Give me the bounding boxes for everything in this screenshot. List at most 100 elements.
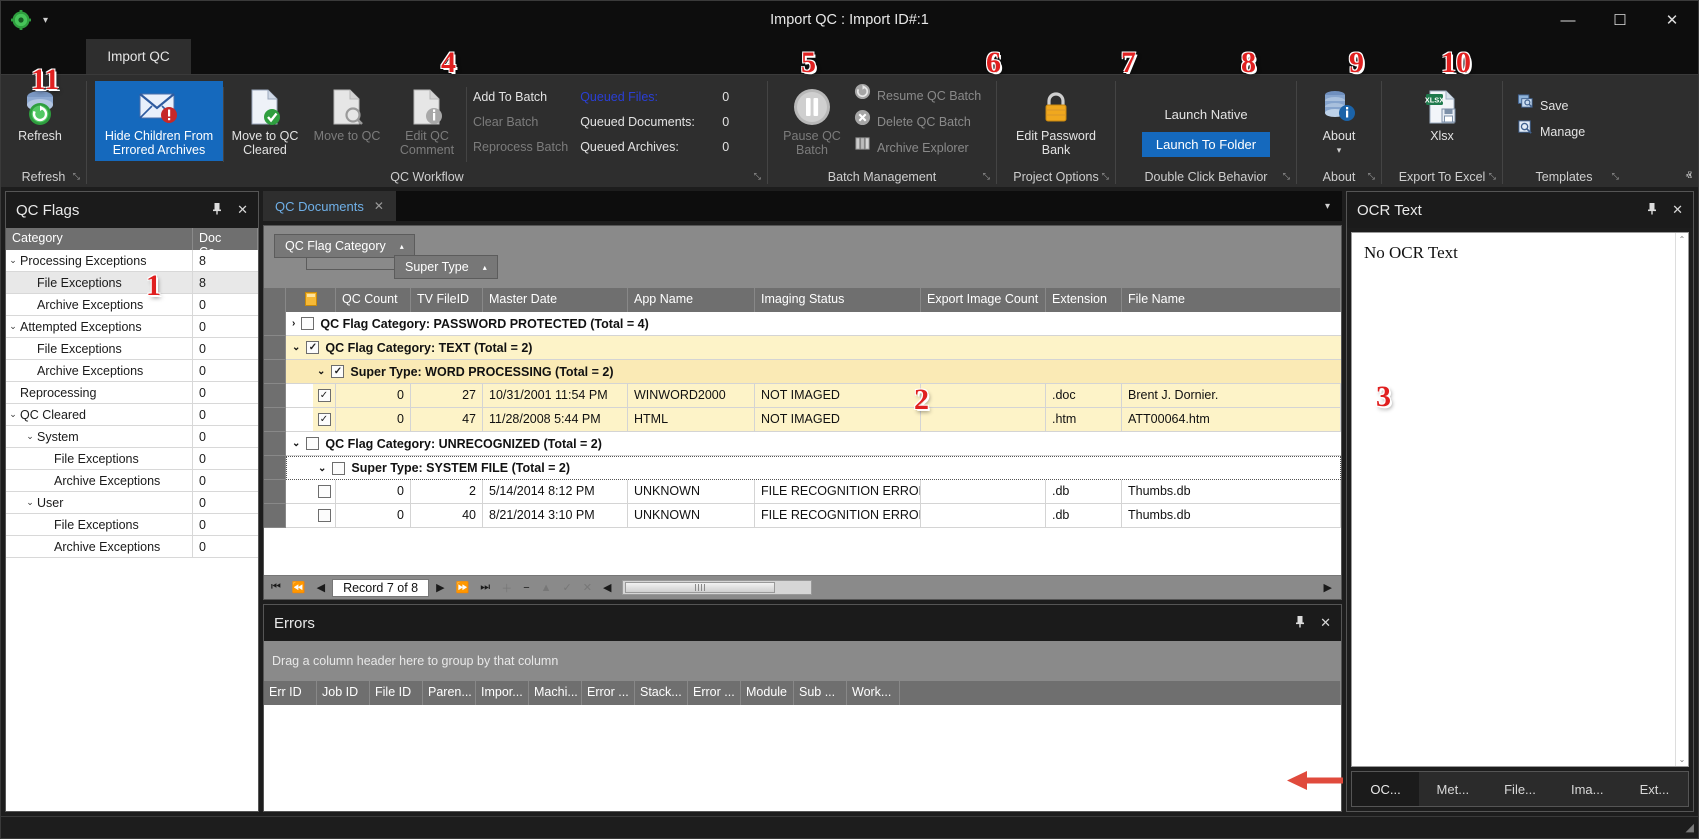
errors-column-header[interactable]: Sub ... <box>794 681 847 705</box>
qc-flags-row[interactable]: Archive Exceptions 0 <box>6 360 258 382</box>
quick-access-toolbar[interactable]: ▾ <box>1 10 48 30</box>
expander-icon[interactable]: ⌄ <box>6 409 20 420</box>
row-checkbox-cell[interactable] <box>313 504 336 528</box>
row-checkbox[interactable] <box>317 485 331 498</box>
row-checkbox[interactable] <box>317 509 331 522</box>
qc-flags-close-icon[interactable]: ✕ <box>237 202 248 218</box>
qc-flags-row[interactable]: ⌄ Processing Exceptions 8 <box>6 250 258 272</box>
qc-flags-row[interactable]: ⌄ Attempted Exceptions 0 <box>6 316 258 338</box>
group-expander-icon[interactable]: › <box>292 318 295 329</box>
sort-ascending-icon[interactable]: ▴ <box>400 242 404 251</box>
hscroll-right-button[interactable]: ▶ <box>1318 581 1338 594</box>
tab-qc-documents-close-icon[interactable]: ✕ <box>374 199 384 213</box>
edit-password-bank-button[interactable]: Edit Password Bank <box>1007 81 1105 161</box>
table-row[interactable]: ✓ 0 47 11/28/2008 5:44 PM HTML NOT IMAGED .htm… <box>264 408 1341 432</box>
save-template-button[interactable]: Save <box>1517 93 1585 119</box>
xlsx-export-button[interactable]: XLSX Xlsx <box>1411 81 1473 147</box>
group-expander-icon[interactable]: ⌄ <box>292 438 300 449</box>
nav-remove-button[interactable]: − <box>519 582 533 594</box>
qc-flags-row[interactable]: ⌄ User 0 <box>6 492 258 514</box>
grid-col-imaging-status[interactable]: Imaging Status <box>755 288 921 312</box>
row-checkbox-cell[interactable]: ✓ <box>313 408 336 432</box>
grid-horizontal-scrollbar[interactable] <box>622 580 813 595</box>
qc-flags-row[interactable]: ⌄ System 0 <box>6 426 258 448</box>
errors-column-header[interactable]: Work... <box>847 681 900 705</box>
grid-col-tv-fileid[interactable]: TV FileID <box>411 288 483 312</box>
qc-workflow-dialog-launcher-icon[interactable]: ⤡ <box>754 171 761 182</box>
queued-files-label[interactable]: Queued Files: <box>580 85 705 110</box>
ocr-text-area[interactable]: No OCR Text ⌃ ⌄ <box>1351 232 1689 767</box>
ocr-pin-icon[interactable] <box>1646 202 1658 218</box>
ocr-tab[interactable]: Ima... <box>1554 772 1621 806</box>
qc-flags-col-doc-count[interactable]: Doc Co... <box>193 228 258 259</box>
errors-column-header[interactable]: File ID <box>370 681 423 705</box>
errors-column-header[interactable]: Module <box>741 681 794 705</box>
qc-flags-row[interactable]: File Exceptions 0 <box>6 338 258 360</box>
nav-prev-button[interactable]: ◀ <box>313 581 329 594</box>
collapse-ribbon-icon[interactable]: ⱏ <box>1686 168 1692 184</box>
grid-group-row[interactable]: ⌄ ✓ QC Flag Category: TEXT (Total = 2) <box>264 336 1341 360</box>
about-dropdown-caret-icon[interactable]: ▾ <box>1337 143 1342 157</box>
row-checkbox[interactable]: ✓ <box>317 389 331 402</box>
group-box-super-type[interactable]: Super Type ▴ <box>394 255 498 279</box>
maximize-button[interactable]: ☐ <box>1594 1 1646 39</box>
move-to-qc-cleared-button[interactable]: Move to QC Cleared <box>224 81 306 161</box>
templates-dialog-launcher-icon[interactable]: ⤡ <box>1612 171 1619 182</box>
row-checkbox[interactable]: ✓ <box>317 413 331 426</box>
errors-group-panel[interactable]: Drag a column header here to group by th… <box>264 641 1341 681</box>
tab-strip-dropdown-icon[interactable]: ▾ <box>1313 191 1342 221</box>
errors-close-icon[interactable]: ✕ <box>1320 615 1331 631</box>
errors-column-header[interactable]: Impor... <box>476 681 529 705</box>
group-expander-icon[interactable]: ⌄ <box>292 342 300 353</box>
expander-icon[interactable]: ⌄ <box>23 431 37 442</box>
gear-icon[interactable] <box>11 10 31 30</box>
ocr-vertical-scrollbar[interactable]: ⌃ ⌄ <box>1675 233 1688 766</box>
hscroll-left-button[interactable]: ◀ <box>599 581 615 594</box>
errors-column-header[interactable]: Err ID <box>264 681 317 705</box>
close-button[interactable]: ✕ <box>1646 1 1698 39</box>
grid-col-qc-count[interactable]: QC Count <box>336 288 411 312</box>
group-checkbox[interactable] <box>332 461 346 475</box>
tab-qc-documents[interactable]: QC Documents ✕ <box>263 191 396 221</box>
errors-column-header[interactable]: Error ... <box>688 681 741 705</box>
ocr-close-icon[interactable]: ✕ <box>1672 202 1683 218</box>
qc-flags-row[interactable]: Archive Exceptions 0 <box>6 470 258 492</box>
export-to-excel-dialog-launcher-icon[interactable]: ⤡ <box>1489 171 1496 182</box>
errors-column-header[interactable]: Machi... <box>529 681 582 705</box>
ocr-tab[interactable]: Ext... <box>1621 772 1688 806</box>
grid-group-row[interactable]: ⌄ Super Type: SYSTEM FILE (Total = 2) <box>264 456 1341 480</box>
row-checkbox-cell[interactable] <box>313 480 336 504</box>
qc-flags-row[interactable]: File Exceptions 8 <box>6 272 258 294</box>
nav-first-button[interactable]: ⏮ <box>267 581 285 594</box>
table-row[interactable]: 0 2 5/14/2014 8:12 PM UNKNOWN FILE RECOGNITI… <box>264 480 1341 504</box>
launch-to-folder-button[interactable]: Launch To Folder <box>1141 132 1271 157</box>
group-checkbox[interactable]: ✓ <box>306 341 320 354</box>
qc-flags-row[interactable]: Archive Exceptions 0 <box>6 536 258 558</box>
resize-grip-icon[interactable]: ◢ <box>1686 821 1694 834</box>
grid-col-app-name[interactable]: App Name <box>628 288 755 312</box>
refresh-dialog-launcher-icon[interactable]: ⤡ <box>73 171 80 182</box>
expander-icon[interactable]: ⌄ <box>6 321 20 332</box>
ocr-scroll-up-icon[interactable]: ⌃ <box>1676 233 1688 246</box>
qc-flags-row[interactable]: Archive Exceptions 0 <box>6 294 258 316</box>
ocr-scroll-down-icon[interactable]: ⌄ <box>1676 753 1688 766</box>
errors-column-header[interactable]: Stack... <box>635 681 688 705</box>
qat-dropdown-icon[interactable]: ▾ <box>43 15 48 26</box>
batch-management-dialog-launcher-icon[interactable]: ⤡ <box>983 171 990 182</box>
nav-next-page-button[interactable]: ⏩ <box>452 581 474 594</box>
row-checkbox-cell[interactable]: ✓ <box>313 384 336 408</box>
ocr-tab[interactable]: File... <box>1486 772 1553 806</box>
group-expander-icon[interactable]: ⌄ <box>318 463 326 474</box>
grid-group-row[interactable]: › QC Flag Category: PASSWORD PROTECTED (T… <box>264 312 1341 336</box>
table-row[interactable]: ✓ 0 27 10/31/2001 11:54 PM WINWORD2000 NOT IM… <box>264 384 1341 408</box>
expander-icon[interactable]: ⌄ <box>23 497 37 508</box>
manage-templates-button[interactable]: Manage <box>1517 119 1585 145</box>
errors-column-header[interactable]: Paren... <box>423 681 476 705</box>
expander-icon[interactable]: ⌄ <box>6 255 20 266</box>
group-checkbox[interactable] <box>306 437 320 450</box>
project-options-dialog-launcher-icon[interactable]: ⤡ <box>1102 171 1109 182</box>
double-click-behavior-dialog-launcher-icon[interactable]: ⤡ <box>1283 171 1290 182</box>
grid-col-master-date[interactable]: Master Date <box>483 288 628 312</box>
group-checkbox[interactable] <box>301 317 315 330</box>
grid-hscroll-thumb[interactable] <box>625 582 776 593</box>
